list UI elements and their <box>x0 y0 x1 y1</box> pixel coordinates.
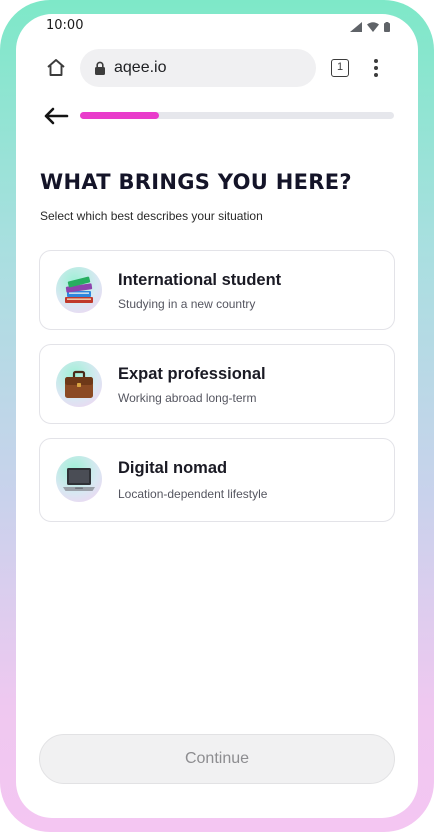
url-text: aqee.io <box>114 59 167 76</box>
option-subtitle: Location-dependent lifestyle <box>118 487 268 501</box>
status-time: 10:00 <box>46 18 84 33</box>
device-frame: 10:00 aqee.io 1 WHAT BRINGS YOU HERE? Se… <box>0 0 434 832</box>
books-icon <box>56 267 102 313</box>
progress-fill <box>80 112 159 119</box>
status-icons <box>350 19 390 37</box>
briefcase-icon <box>56 361 102 407</box>
option-subtitle: Working abroad long-term <box>118 391 257 405</box>
status-bar: 10:00 <box>16 14 418 38</box>
page-subtitle: Select which best describes your situati… <box>40 209 263 223</box>
option-subtitle: Studying in a new country <box>118 297 256 311</box>
wifi-icon <box>367 19 379 37</box>
option-title: International student <box>118 271 282 289</box>
laptop-icon <box>56 456 102 502</box>
page-title: WHAT BRINGS YOU HERE? <box>40 170 352 194</box>
progress-bar <box>80 112 394 119</box>
tab-switcher-button[interactable]: 1 <box>331 59 349 77</box>
back-arrow-icon[interactable] <box>42 104 70 128</box>
lock-icon <box>94 61 106 75</box>
continue-button[interactable]: Continue <box>39 734 395 784</box>
option-digital-nomad[interactable]: Digital nomad Location-dependent lifesty… <box>39 438 395 522</box>
more-menu-icon[interactable] <box>368 56 384 80</box>
browser-toolbar: aqee.io 1 <box>16 44 418 92</box>
option-international-student[interactable]: International student Studying in a new … <box>39 250 395 330</box>
option-expat-professional[interactable]: Expat professional Working abroad long-t… <box>39 344 395 424</box>
option-title: Digital nomad <box>118 459 228 477</box>
battery-icon <box>384 19 390 37</box>
option-title: Expat professional <box>118 365 266 383</box>
home-icon[interactable] <box>44 56 68 80</box>
phone-screen: 10:00 aqee.io 1 WHAT BRINGS YOU HERE? Se… <box>16 14 418 818</box>
signal-icon <box>350 19 362 37</box>
address-bar[interactable]: aqee.io <box>80 49 316 87</box>
